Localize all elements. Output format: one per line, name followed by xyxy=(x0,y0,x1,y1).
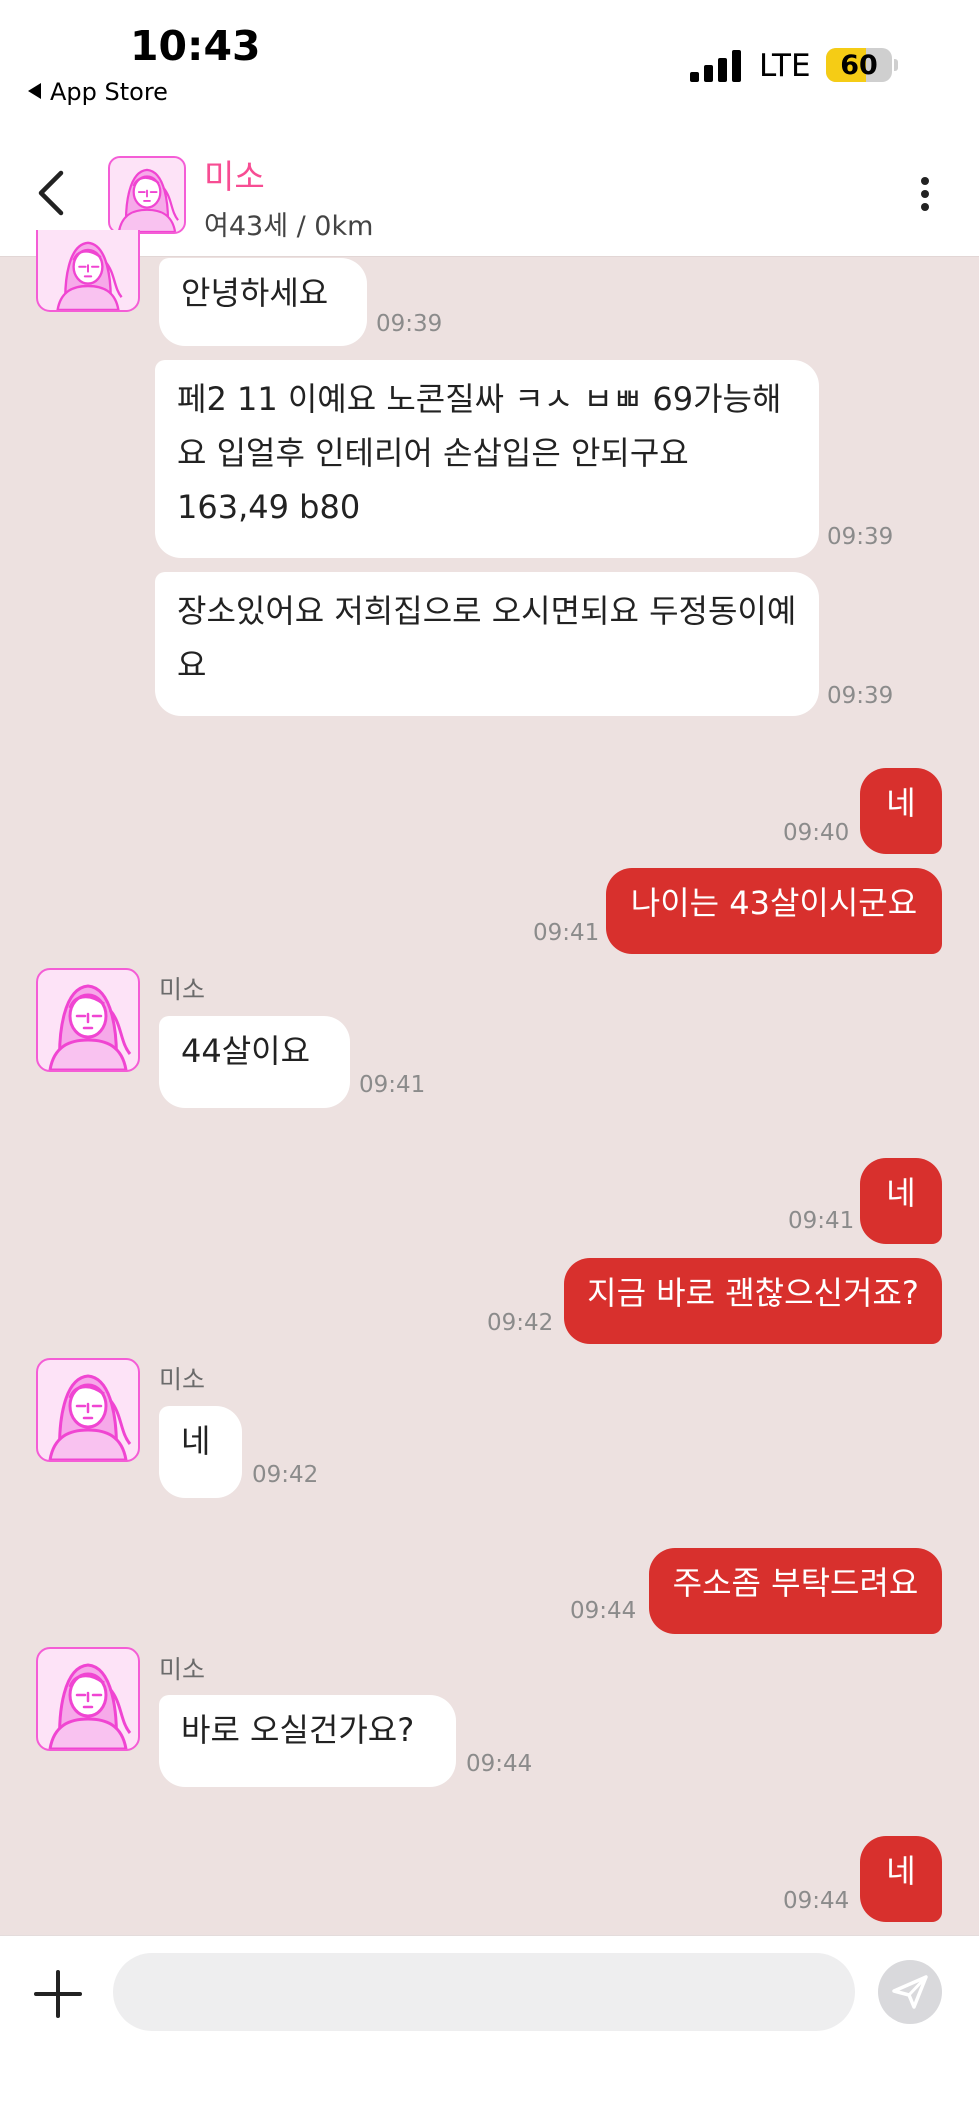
more-vertical-icon xyxy=(921,177,929,185)
battery-icon: 60 xyxy=(826,48,892,82)
sender-name: 미소 xyxy=(159,1655,206,1684)
sender-avatar[interactable] xyxy=(36,968,140,1072)
message-time: 09:42 xyxy=(252,1462,319,1488)
chat-header: 미소 여43세 / 0km xyxy=(0,130,979,257)
message-time: 09:41 xyxy=(533,920,600,946)
sender-avatar[interactable] xyxy=(36,1358,140,1462)
message-time: 09:41 xyxy=(359,1072,426,1098)
attach-button[interactable] xyxy=(34,1970,82,2018)
message-time: 09:41 xyxy=(788,1208,855,1234)
message-bubble-out: 나이는 43살이시군요 xyxy=(606,868,942,954)
avatar-icon xyxy=(48,1374,132,1460)
message-input[interactable] xyxy=(113,1953,855,2031)
message-bubble-out: 네 xyxy=(860,768,942,854)
message-bubble-in: 바로 오실건가요? xyxy=(159,1695,456,1787)
chevron-left-icon xyxy=(38,170,64,216)
send-button[interactable] xyxy=(878,1960,942,2024)
send-icon xyxy=(892,1975,928,2009)
message-time: 09:39 xyxy=(827,683,894,709)
sender-name: 미소 xyxy=(159,975,206,1004)
avatar-icon xyxy=(56,241,123,310)
status-time: 10:43 xyxy=(130,22,261,70)
sender-avatar-partial[interactable] xyxy=(36,230,140,312)
message-composer xyxy=(0,1935,979,2125)
message-bubble-out: 지금 바로 괜찮으신거죠? xyxy=(564,1258,942,1344)
avatar-icon xyxy=(48,984,132,1070)
network-type: LTE xyxy=(759,48,811,84)
back-triangle-icon xyxy=(28,83,41,99)
sender-name: 미소 xyxy=(159,1365,206,1394)
back-to-app-link[interactable]: App Store xyxy=(28,78,168,106)
message-bubble-in: 안녕하세요 xyxy=(159,258,367,346)
message-bubble-in: 44살이요 xyxy=(159,1016,350,1108)
sender-avatar[interactable] xyxy=(36,1647,140,1751)
message-time: 09:44 xyxy=(466,1751,533,1777)
back-button[interactable] xyxy=(28,168,78,218)
message-bubble-in: 네 xyxy=(159,1406,242,1498)
message-bubble-in: 장소있어요 저희집으로 오시면되요 두정동이예요 xyxy=(155,572,819,716)
contact-name: 미소 xyxy=(204,157,265,196)
contact-info: 여43세 / 0km xyxy=(204,211,374,242)
message-bubble-out: 네 xyxy=(860,1836,942,1922)
signal-icon xyxy=(690,50,744,82)
message-time: 09:44 xyxy=(783,1888,850,1914)
message-time: 09:39 xyxy=(376,311,443,337)
message-bubble-in: 페2 11 이예요 노콘질싸 ㅋㅅ ㅂㅃ 69가능해요 입얼후 인테리어 손삽입… xyxy=(155,360,819,558)
avatar-icon xyxy=(48,1663,132,1749)
contact-avatar[interactable] xyxy=(108,156,186,234)
more-options-button[interactable] xyxy=(910,172,940,222)
back-app-label: App Store xyxy=(50,78,168,106)
message-bubble-out: 네 xyxy=(860,1158,942,1244)
status-bar: 10:43 App Store LTE 60 xyxy=(0,0,979,130)
message-time: 09:40 xyxy=(783,820,850,846)
message-time: 09:42 xyxy=(487,1310,554,1336)
battery-tip xyxy=(894,59,898,71)
battery-label: 60 xyxy=(840,50,878,81)
message-time: 09:44 xyxy=(570,1598,637,1624)
avatar-icon xyxy=(117,168,179,232)
message-bubble-out: 주소좀 부탁드려요 xyxy=(649,1548,942,1634)
message-time: 09:39 xyxy=(827,524,894,550)
